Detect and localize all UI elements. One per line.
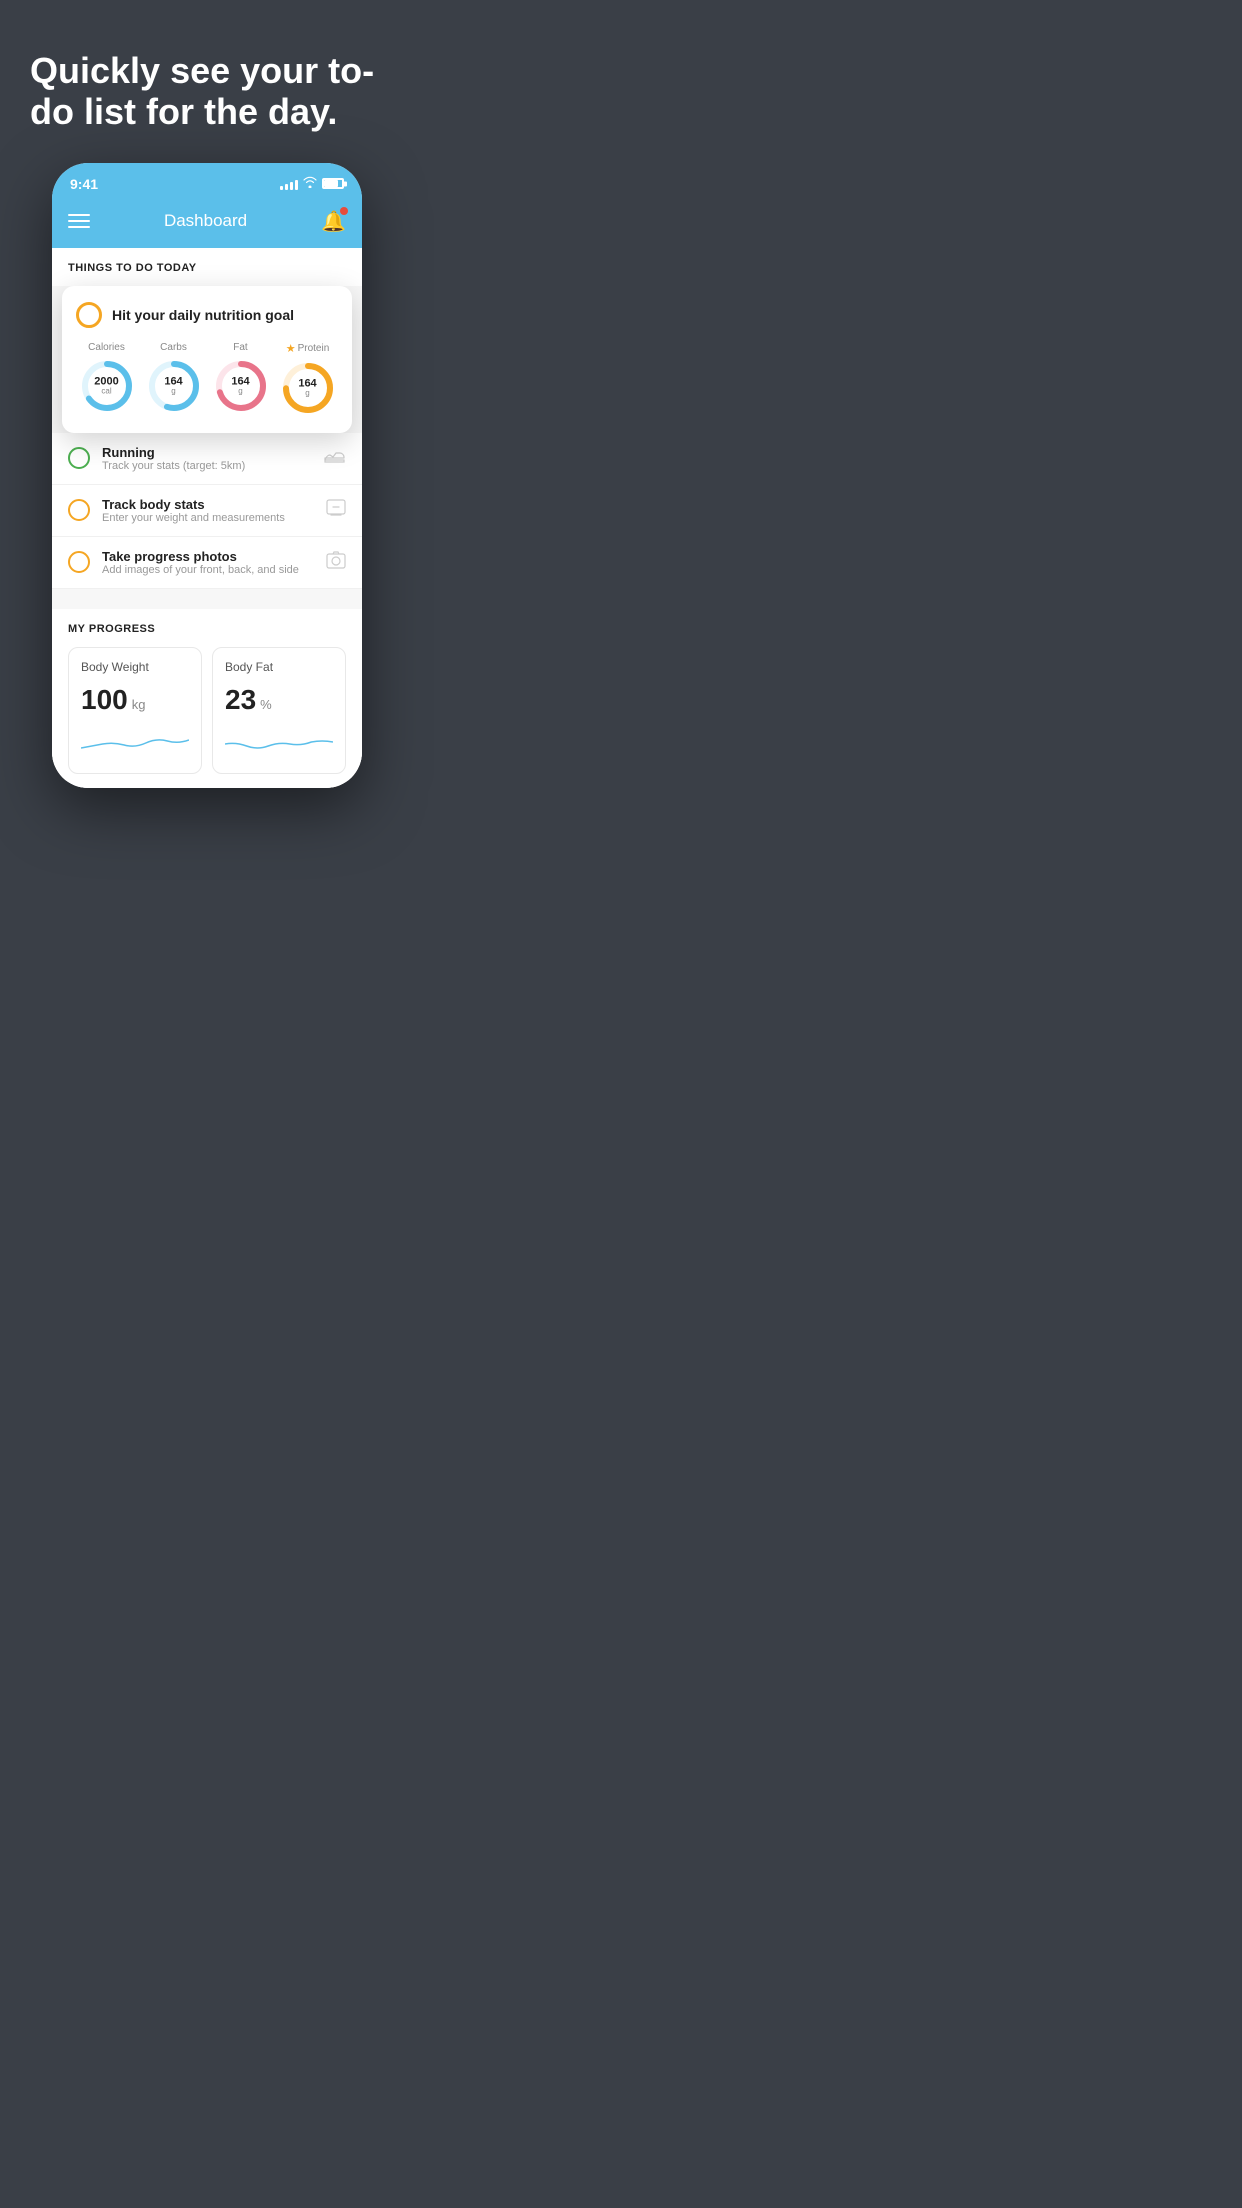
body-fat-value: 23 % (225, 684, 333, 716)
app-body: THINGS TO DO TODAY Hit your daily nutrit… (52, 248, 362, 788)
carbs-value: 164 g (164, 375, 182, 396)
status-bar: 9:41 (52, 163, 362, 199)
body-fat-title: Body Fat (225, 660, 333, 674)
nutrition-card-title: Hit your daily nutrition goal (112, 307, 294, 323)
body-weight-title: Body Weight (81, 660, 189, 674)
stat-fat: Fat 164 g (212, 342, 270, 417)
fat-label: Fat (233, 342, 247, 353)
body-weight-card[interactable]: Body Weight 100 kg (68, 647, 202, 774)
photo-icon (326, 551, 346, 574)
progress-title: MY PROGRESS (68, 623, 346, 635)
body-weight-unit: kg (132, 697, 146, 712)
body-fat-number: 23 (225, 684, 256, 716)
status-icons (280, 176, 344, 191)
spacer (52, 589, 362, 609)
nutrition-card-header: Hit your daily nutrition goal (76, 302, 338, 328)
stat-protein: ★ Protein 164 g (279, 342, 337, 417)
stat-calories: Calories 2000 cal (78, 342, 136, 417)
photos-name: Take progress photos (102, 549, 314, 564)
todo-list: Running Track your stats (target: 5km) T… (52, 433, 362, 589)
protein-value: 164 g (298, 377, 316, 398)
battery-icon (322, 178, 344, 189)
progress-section: MY PROGRESS Body Weight 100 kg Body Fat (52, 609, 362, 788)
body-stats-check-circle (68, 499, 90, 521)
running-text: Running Track your stats (target: 5km) (102, 445, 312, 472)
body-weight-number: 100 (81, 684, 128, 716)
todo-item-photos[interactable]: Take progress photos Add images of your … (52, 537, 362, 589)
fat-value: 164 g (231, 375, 249, 396)
hero-title: Quickly see your to-do list for the day. (30, 50, 384, 133)
shoe-icon (324, 448, 346, 469)
todo-item-body-stats[interactable]: Track body stats Enter your weight and m… (52, 485, 362, 537)
carbs-donut: 164 g (145, 357, 203, 415)
running-sub: Track your stats (target: 5km) (102, 460, 312, 472)
fat-donut: 164 g (212, 357, 270, 415)
wifi-icon (303, 176, 317, 191)
status-time: 9:41 (70, 176, 98, 192)
star-icon: ★ (286, 342, 296, 355)
hero-section: Quickly see your to-do list for the day. (0, 0, 414, 163)
body-stats-text: Track body stats Enter your weight and m… (102, 497, 314, 524)
photos-check-circle (68, 551, 90, 573)
body-fat-sparkline (225, 726, 333, 756)
nutrition-card[interactable]: Hit your daily nutrition goal Calories 2… (62, 286, 352, 433)
body-stats-name: Track body stats (102, 497, 314, 512)
body-weight-value: 100 kg (81, 684, 189, 716)
nutrition-check-circle (76, 302, 102, 328)
phone-mockup: 9:41 Da (52, 163, 362, 788)
hamburger-menu[interactable] (68, 214, 90, 228)
photos-sub: Add images of your front, back, and side (102, 564, 314, 576)
stat-carbs: Carbs 164 g (145, 342, 203, 417)
running-check-circle (68, 447, 90, 469)
carbs-label: Carbs (160, 342, 187, 353)
calories-label: Calories (88, 342, 125, 353)
progress-cards: Body Weight 100 kg Body Fat 23 % (68, 647, 346, 774)
section-header: THINGS TO DO TODAY (52, 248, 362, 286)
app-header: Dashboard 🔔 (52, 199, 362, 248)
running-name: Running (102, 445, 312, 460)
nutrition-stats: Calories 2000 cal Carbs (76, 342, 338, 417)
body-weight-sparkline (81, 726, 189, 756)
scale-icon (326, 499, 346, 522)
calories-donut: 2000 cal (78, 357, 136, 415)
protein-label: ★ Protein (286, 342, 330, 355)
notification-bell[interactable]: 🔔 (321, 209, 346, 234)
body-stats-sub: Enter your weight and measurements (102, 512, 314, 524)
notification-dot (340, 207, 348, 215)
signal-icon (280, 178, 298, 190)
app-title: Dashboard (164, 211, 247, 231)
photos-text: Take progress photos Add images of your … (102, 549, 314, 576)
protein-donut: 164 g (279, 359, 337, 417)
calories-value: 2000 cal (94, 375, 118, 396)
body-fat-unit: % (260, 697, 272, 712)
things-to-do-title: THINGS TO DO TODAY (68, 262, 346, 274)
body-fat-card[interactable]: Body Fat 23 % (212, 647, 346, 774)
todo-item-running[interactable]: Running Track your stats (target: 5km) (52, 433, 362, 485)
